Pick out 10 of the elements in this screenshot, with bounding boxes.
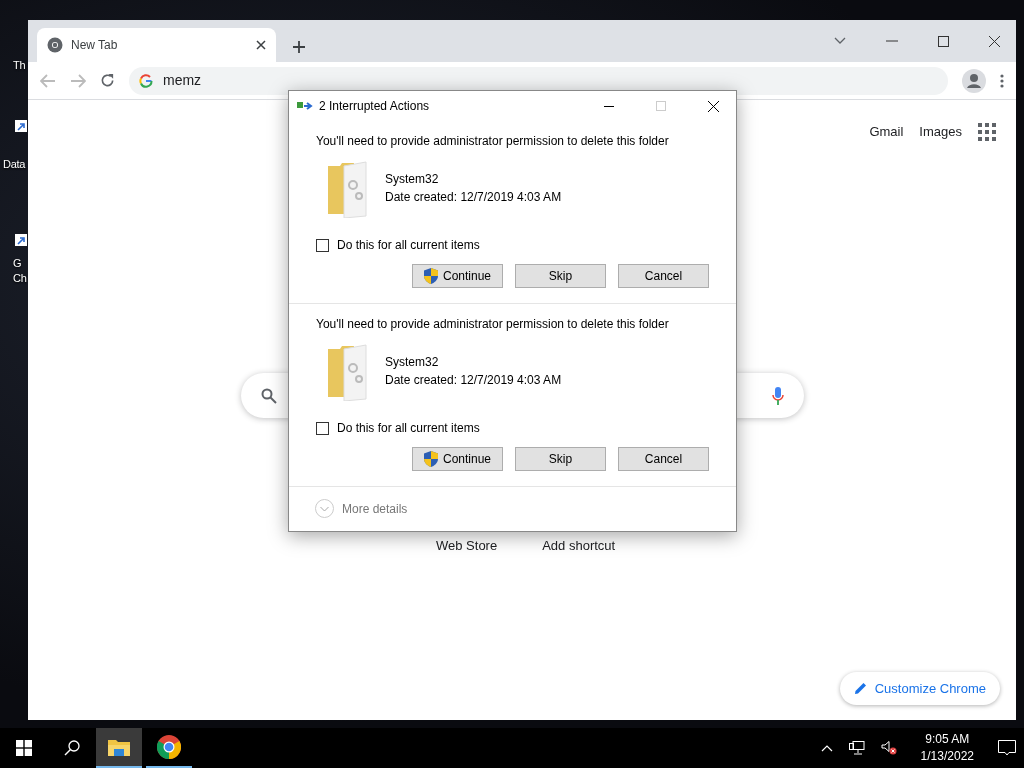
folder-name: System32 (385, 171, 440, 188)
folder-name: System32 (385, 354, 440, 371)
address-text: memz (163, 71, 202, 90)
checkbox-label: Do this for all current items (337, 420, 480, 437)
permission-message: You'll need to provide administrator permission to delete this folder (316, 133, 670, 150)
checkbox-label: Do this for all current items (337, 237, 480, 254)
date-created: Date created: 12/7/2019 4:03 AM (385, 189, 562, 206)
permission-message: You'll need to provide administrator permission to delete this folder (316, 316, 670, 333)
date-created: Date created: 12/7/2019 4:03 AM (385, 372, 562, 389)
window-title: 2 Interrupted Actions (319, 98, 431, 115)
